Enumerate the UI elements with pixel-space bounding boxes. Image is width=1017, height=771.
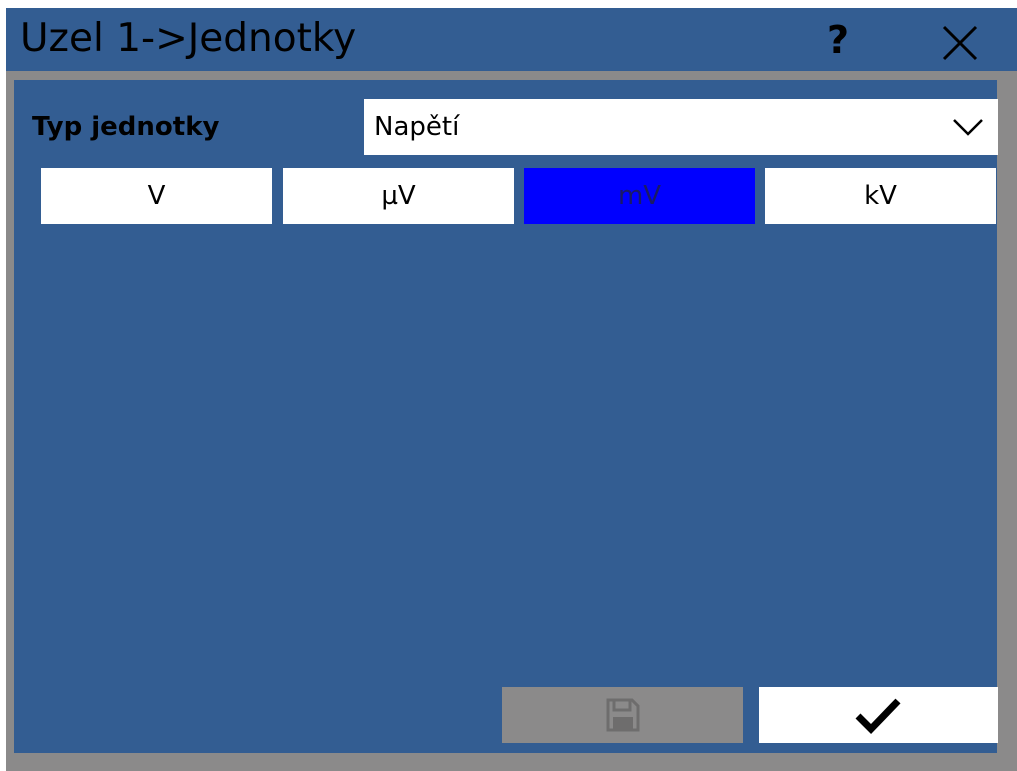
unit-type-select[interactable]: Napětí bbox=[364, 99, 998, 155]
save-button[interactable] bbox=[502, 687, 743, 743]
chevron-down-icon bbox=[953, 119, 983, 136]
unit-type-label: Typ jednotky bbox=[32, 112, 220, 142]
check-icon bbox=[855, 698, 901, 734]
unit-button-microvolt[interactable]: µV bbox=[283, 168, 514, 224]
unit-button-v[interactable]: V bbox=[41, 168, 272, 224]
unit-type-selected-value: Napětí bbox=[374, 112, 460, 142]
title-bar: Uzel 1->Jednotky ? bbox=[6, 8, 1017, 71]
close-icon[interactable] bbox=[938, 21, 982, 65]
unit-button-millivolt[interactable]: mV bbox=[524, 168, 755, 224]
save-icon bbox=[606, 698, 640, 732]
unit-button-kilovolt[interactable]: kV bbox=[765, 168, 996, 224]
confirm-button[interactable] bbox=[759, 687, 998, 743]
window-title: Uzel 1->Jednotky bbox=[20, 16, 357, 61]
help-icon[interactable]: ? bbox=[818, 20, 858, 60]
